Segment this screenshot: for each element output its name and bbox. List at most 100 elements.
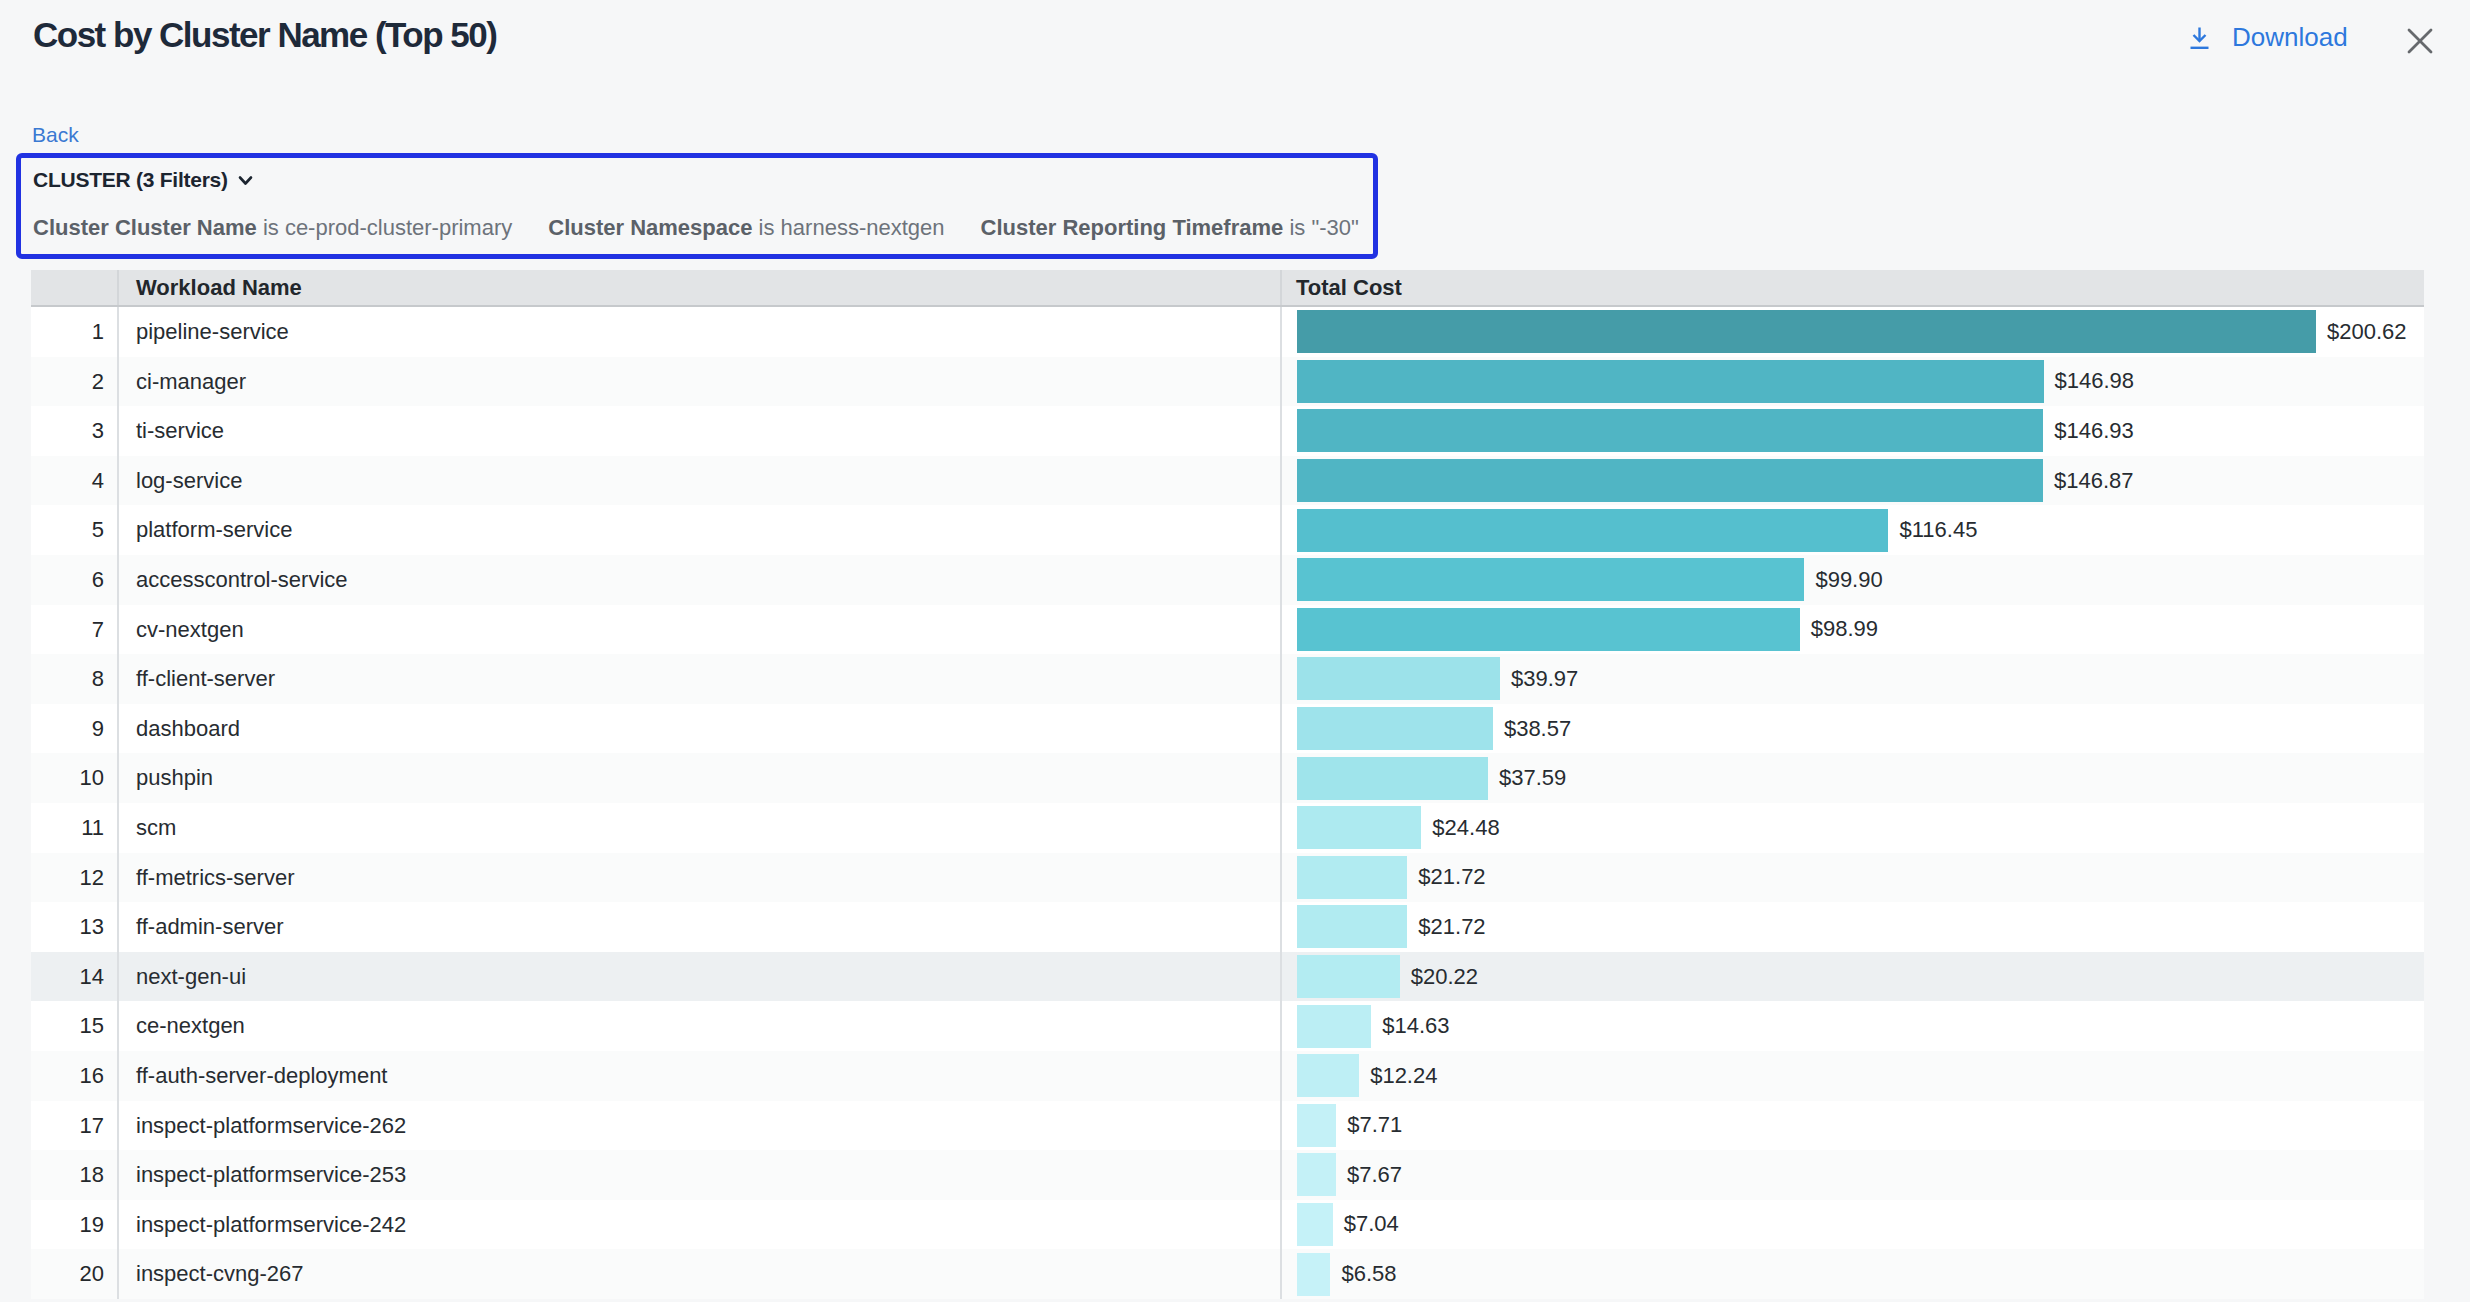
- table-row[interactable]: 5platform-service$116.45: [31, 505, 2424, 555]
- row-rank: 12: [31, 853, 104, 903]
- row-rank: 19: [31, 1200, 104, 1250]
- column-divider: [117, 270, 119, 305]
- table-row[interactable]: 1pipeline-service$200.62: [31, 307, 2424, 357]
- row-rank: 16: [31, 1051, 104, 1101]
- table-row[interactable]: 13ff-admin-server$21.72: [31, 902, 2424, 952]
- cost-value-label: $146.87: [2054, 468, 2134, 494]
- total-cost-cell: $146.87: [1297, 456, 2424, 506]
- cost-value-label: $14.63: [1382, 1013, 1449, 1039]
- total-cost-cell: $24.48: [1297, 803, 2424, 853]
- cost-bar: [1297, 360, 2044, 403]
- table-row[interactable]: 4log-service$146.87: [31, 456, 2424, 506]
- filter-item: Cluster Reporting Timeframe is "-30": [981, 215, 1359, 241]
- workload-name: inspect-cvng-267: [136, 1249, 304, 1299]
- total-cost-cell: $20.22: [1297, 952, 2424, 1002]
- table-row[interactable]: 10pushpin$37.59: [31, 753, 2424, 803]
- cost-bar: [1297, 1203, 1333, 1246]
- cost-value-label: $98.99: [1811, 616, 1878, 642]
- cost-bar: [1297, 806, 1421, 849]
- workload-name: accesscontrol-service: [136, 555, 348, 605]
- cost-bar: [1297, 955, 1400, 998]
- cost-bar: [1297, 459, 2043, 502]
- row-rank: 6: [31, 555, 104, 605]
- cost-bar: [1297, 856, 1407, 899]
- table-row[interactable]: 14next-gen-ui$20.22: [31, 952, 2424, 1002]
- download-label: Download: [2232, 25, 2348, 50]
- workload-name: inspect-platformservice-262: [136, 1101, 406, 1151]
- filter-group-toggle[interactable]: CLUSTER (3 Filters): [33, 168, 253, 192]
- back-link[interactable]: Back: [32, 124, 79, 145]
- download-button[interactable]: Download: [2190, 25, 2348, 50]
- total-cost-cell: $38.57: [1297, 704, 2424, 754]
- table-row[interactable]: 7cv-nextgen$98.99: [31, 605, 2424, 655]
- workload-name: next-gen-ui: [136, 952, 246, 1002]
- total-cost-cell: $21.72: [1297, 853, 2424, 903]
- column-header-total-cost[interactable]: Total Cost: [1296, 270, 1402, 305]
- workload-name: ce-nextgen: [136, 1001, 245, 1051]
- table-row[interactable]: 2ci-manager$146.98: [31, 357, 2424, 407]
- row-rank: 2: [31, 357, 104, 407]
- table-row[interactable]: 3ti-service$146.93: [31, 406, 2424, 456]
- cost-bar: [1297, 509, 1888, 552]
- total-cost-cell: $7.67: [1297, 1150, 2424, 1200]
- table-row[interactable]: 20inspect-cvng-267$6.58: [31, 1249, 2424, 1299]
- workload-name: ff-admin-server: [136, 902, 284, 952]
- row-rank: 5: [31, 505, 104, 555]
- filter-field-name: Cluster Namespace: [548, 215, 752, 240]
- total-cost-cell: $146.93: [1297, 406, 2424, 456]
- row-rank: 8: [31, 654, 104, 704]
- total-cost-cell: $200.62: [1297, 307, 2424, 357]
- filter-condition: is "-30": [1289, 215, 1358, 240]
- cost-value-label: $7.04: [1344, 1211, 1399, 1237]
- row-rank: 10: [31, 753, 104, 803]
- table-row[interactable]: 8ff-client-server$39.97: [31, 654, 2424, 704]
- column-divider: [117, 307, 119, 1299]
- workload-name: ff-client-server: [136, 654, 275, 704]
- cost-bar: [1297, 757, 1488, 800]
- filter-item: Cluster Namespace is harness-nextgen: [548, 215, 944, 241]
- filter-condition: is ce-prod-cluster-primary: [263, 215, 512, 240]
- cost-value-label: $21.72: [1418, 914, 1485, 940]
- row-rank: 11: [31, 803, 104, 853]
- column-divider: [1280, 270, 1282, 305]
- workload-name: dashboard: [136, 704, 240, 754]
- total-cost-cell: $14.63: [1297, 1001, 2424, 1051]
- cost-value-label: $37.59: [1499, 765, 1566, 791]
- total-cost-cell: $7.71: [1297, 1101, 2424, 1151]
- workload-name: pipeline-service: [136, 307, 289, 357]
- row-rank: 20: [31, 1249, 104, 1299]
- table-row[interactable]: 9 dashboard $38.57: [31, 704, 2424, 754]
- cost-bar: [1297, 1104, 1336, 1147]
- cost-table: Workload Name Total Cost 1pipeline-servi…: [31, 270, 2424, 1299]
- cost-value-label: $7.67: [1347, 1162, 1402, 1188]
- cost-bar: [1297, 657, 1500, 700]
- table-header-row: Workload Name Total Cost: [31, 270, 2424, 307]
- table-row[interactable]: 6accesscontrol-service$99.90: [31, 555, 2424, 605]
- workload-name: log-service: [136, 456, 242, 506]
- column-header-workload-name[interactable]: Workload Name: [136, 270, 302, 305]
- total-cost-cell: $37.59: [1297, 753, 2424, 803]
- filter-group-label: CLUSTER (3 Filters): [33, 168, 228, 192]
- table-row[interactable]: 12ff-metrics-server$21.72: [31, 853, 2424, 903]
- close-icon[interactable]: [2406, 27, 2427, 48]
- table-row[interactable]: 17inspect-platformservice-262$7.71: [31, 1101, 2424, 1151]
- table-row[interactable]: 18inspect-platformservice-253$7.67: [31, 1150, 2424, 1200]
- total-cost-cell: $146.98: [1297, 357, 2424, 407]
- page-title: Cost by Cluster Name (Top 50): [33, 17, 496, 53]
- cost-value-label: $20.22: [1411, 964, 1478, 990]
- row-rank: 9: [31, 704, 104, 754]
- table-row[interactable]: 11 scm $24.48: [31, 803, 2424, 853]
- cost-value-label: $7.71: [1347, 1112, 1402, 1138]
- table-row[interactable]: 15ce-nextgen$14.63: [31, 1001, 2424, 1051]
- table-row[interactable]: 19 inspect-platformservice-242 $7.04: [31, 1200, 2424, 1250]
- filter-field-name: Cluster Cluster Name: [33, 215, 257, 240]
- cost-bar: [1297, 1153, 1336, 1196]
- workload-name: inspect-platformservice-242: [136, 1200, 406, 1250]
- cost-value-label: $146.93: [2054, 418, 2134, 444]
- cost-value-label: $24.48: [1432, 815, 1499, 841]
- total-cost-cell: $21.72: [1297, 902, 2424, 952]
- workload-name: inspect-platformservice-253: [136, 1150, 406, 1200]
- workload-name: scm: [136, 803, 176, 853]
- chevron-down-icon: [238, 175, 253, 186]
- table-row[interactable]: 16ff-auth-server-deployment$12.24: [31, 1051, 2424, 1101]
